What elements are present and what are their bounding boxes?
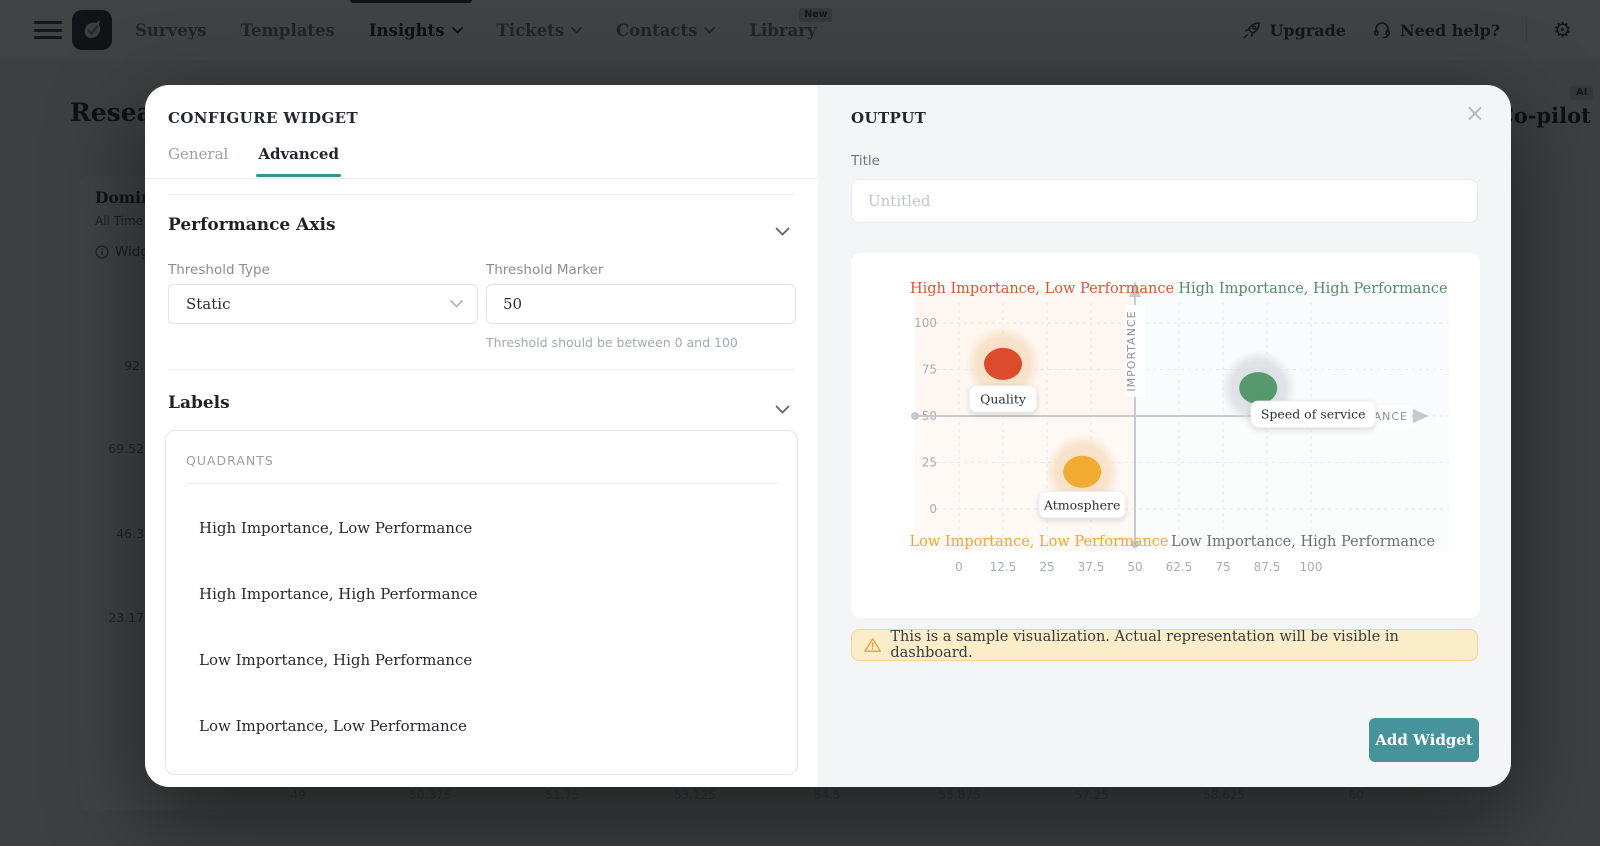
svg-text:100: 100 bbox=[1300, 560, 1323, 574]
quadrant-chart: 100 75 50 25 0 0 12.5 25 37.5 50 62.5 75 87.5 100 IMP… bbox=[851, 253, 1480, 618]
labels-heading: Labels bbox=[168, 393, 230, 413]
title-field-label: Title bbox=[851, 153, 880, 169]
svg-text:75: 75 bbox=[922, 363, 937, 377]
svg-text:0: 0 bbox=[955, 560, 963, 574]
svg-text:Speed of service: Speed of service bbox=[1261, 407, 1366, 422]
svg-text:Low Importance, High Performan: Low Importance, High Performance bbox=[1171, 534, 1435, 550]
add-widget-button[interactable]: Add Widget bbox=[1369, 718, 1479, 762]
svg-text:High Importance, Low Performan: High Importance, Low Performance bbox=[910, 281, 1174, 297]
tabs-divider bbox=[145, 178, 818, 179]
svg-text:High Importance, High Performa: High Importance, High Performance bbox=[1178, 281, 1447, 297]
svg-text:Low Importance, Low Performanc: Low Importance, Low Performance bbox=[910, 534, 1169, 550]
threshold-type-value: Static bbox=[186, 295, 231, 313]
widget-title-input[interactable] bbox=[851, 179, 1478, 223]
svg-text:62.5: 62.5 bbox=[1166, 560, 1193, 574]
point-label-speed-of-service: Speed of service bbox=[1250, 400, 1376, 428]
quadrants-group-title: QUADRANTS bbox=[186, 453, 274, 468]
svg-text:75: 75 bbox=[1215, 560, 1230, 574]
threshold-marker-label: Threshold Marker bbox=[486, 262, 604, 278]
warning-icon bbox=[864, 638, 882, 652]
svg-text:25: 25 bbox=[1039, 560, 1054, 574]
sample-visualization-banner: This is a sample visualization. Actual r… bbox=[851, 629, 1478, 661]
threshold-marker-input[interactable] bbox=[486, 284, 796, 324]
chevron-down-icon bbox=[450, 300, 463, 308]
point-label-atmosphere: Atmosphere bbox=[1038, 491, 1126, 519]
svg-text:Atmosphere: Atmosphere bbox=[1043, 497, 1120, 512]
threshold-type-select[interactable]: Static bbox=[168, 284, 478, 324]
threshold-helper-text: Threshold should be between 0 and 100 bbox=[486, 335, 738, 350]
svg-text:IMPORTANCE: IMPORTANCE bbox=[1125, 310, 1138, 391]
tab-advanced[interactable]: Advanced bbox=[256, 145, 341, 177]
svg-text:12.5: 12.5 bbox=[990, 560, 1017, 574]
svg-text:Quality: Quality bbox=[980, 391, 1027, 406]
svg-text:37.5: 37.5 bbox=[1078, 560, 1105, 574]
section-divider bbox=[168, 194, 795, 195]
performance-axis-heading: Performance Axis bbox=[168, 215, 336, 235]
close-icon[interactable]: × bbox=[1465, 101, 1485, 125]
threshold-type-label: Threshold Type bbox=[168, 262, 270, 278]
screen: SurveysTemplatesInsightsTicketsContactsL… bbox=[0, 0, 1600, 846]
performance-axis-collapse-chevron[interactable] bbox=[775, 221, 790, 240]
svg-text:87.5: 87.5 bbox=[1254, 560, 1281, 574]
chart-x-tick-labels: 0 12.5 25 37.5 50 62.5 75 87.5 100 bbox=[955, 560, 1322, 574]
tab-general[interactable]: General bbox=[168, 145, 228, 177]
section-divider bbox=[168, 369, 795, 370]
output-panel: OUTPUT × Title 1007550250012.52537.55062… bbox=[818, 85, 1511, 787]
output-title: OUTPUT bbox=[851, 109, 927, 127]
quadrants-divider bbox=[186, 483, 779, 484]
quadrant-label-item[interactable]: Low Importance, High Performance bbox=[199, 651, 472, 669]
quadrant-label-item[interactable]: High Importance, High Performance bbox=[199, 585, 478, 603]
configure-panel: CONFIGURE WIDGET General Advanced Perform… bbox=[145, 85, 818, 787]
point-label-quality: Quality bbox=[969, 385, 1037, 413]
banner-text: This is a sample visualization. Actual r… bbox=[890, 629, 1399, 661]
svg-text:25: 25 bbox=[922, 456, 937, 470]
svg-text:100: 100 bbox=[914, 316, 937, 330]
svg-text:0: 0 bbox=[929, 502, 937, 516]
configure-widget-title: CONFIGURE WIDGET bbox=[168, 109, 359, 127]
configure-tabs: General Advanced bbox=[168, 145, 341, 177]
quadrants-box: QUADRANTS High Importance, Low Performan… bbox=[165, 430, 798, 775]
quadrant-label-item[interactable]: Low Importance, Low Performance bbox=[199, 717, 467, 735]
configure-widget-modal: CONFIGURE WIDGET General Advanced Perform… bbox=[145, 85, 1511, 787]
labels-collapse-chevron[interactable] bbox=[775, 399, 790, 418]
svg-text:50: 50 bbox=[1127, 560, 1142, 574]
quadrant-label-item[interactable]: High Importance, Low Performance bbox=[199, 519, 472, 537]
